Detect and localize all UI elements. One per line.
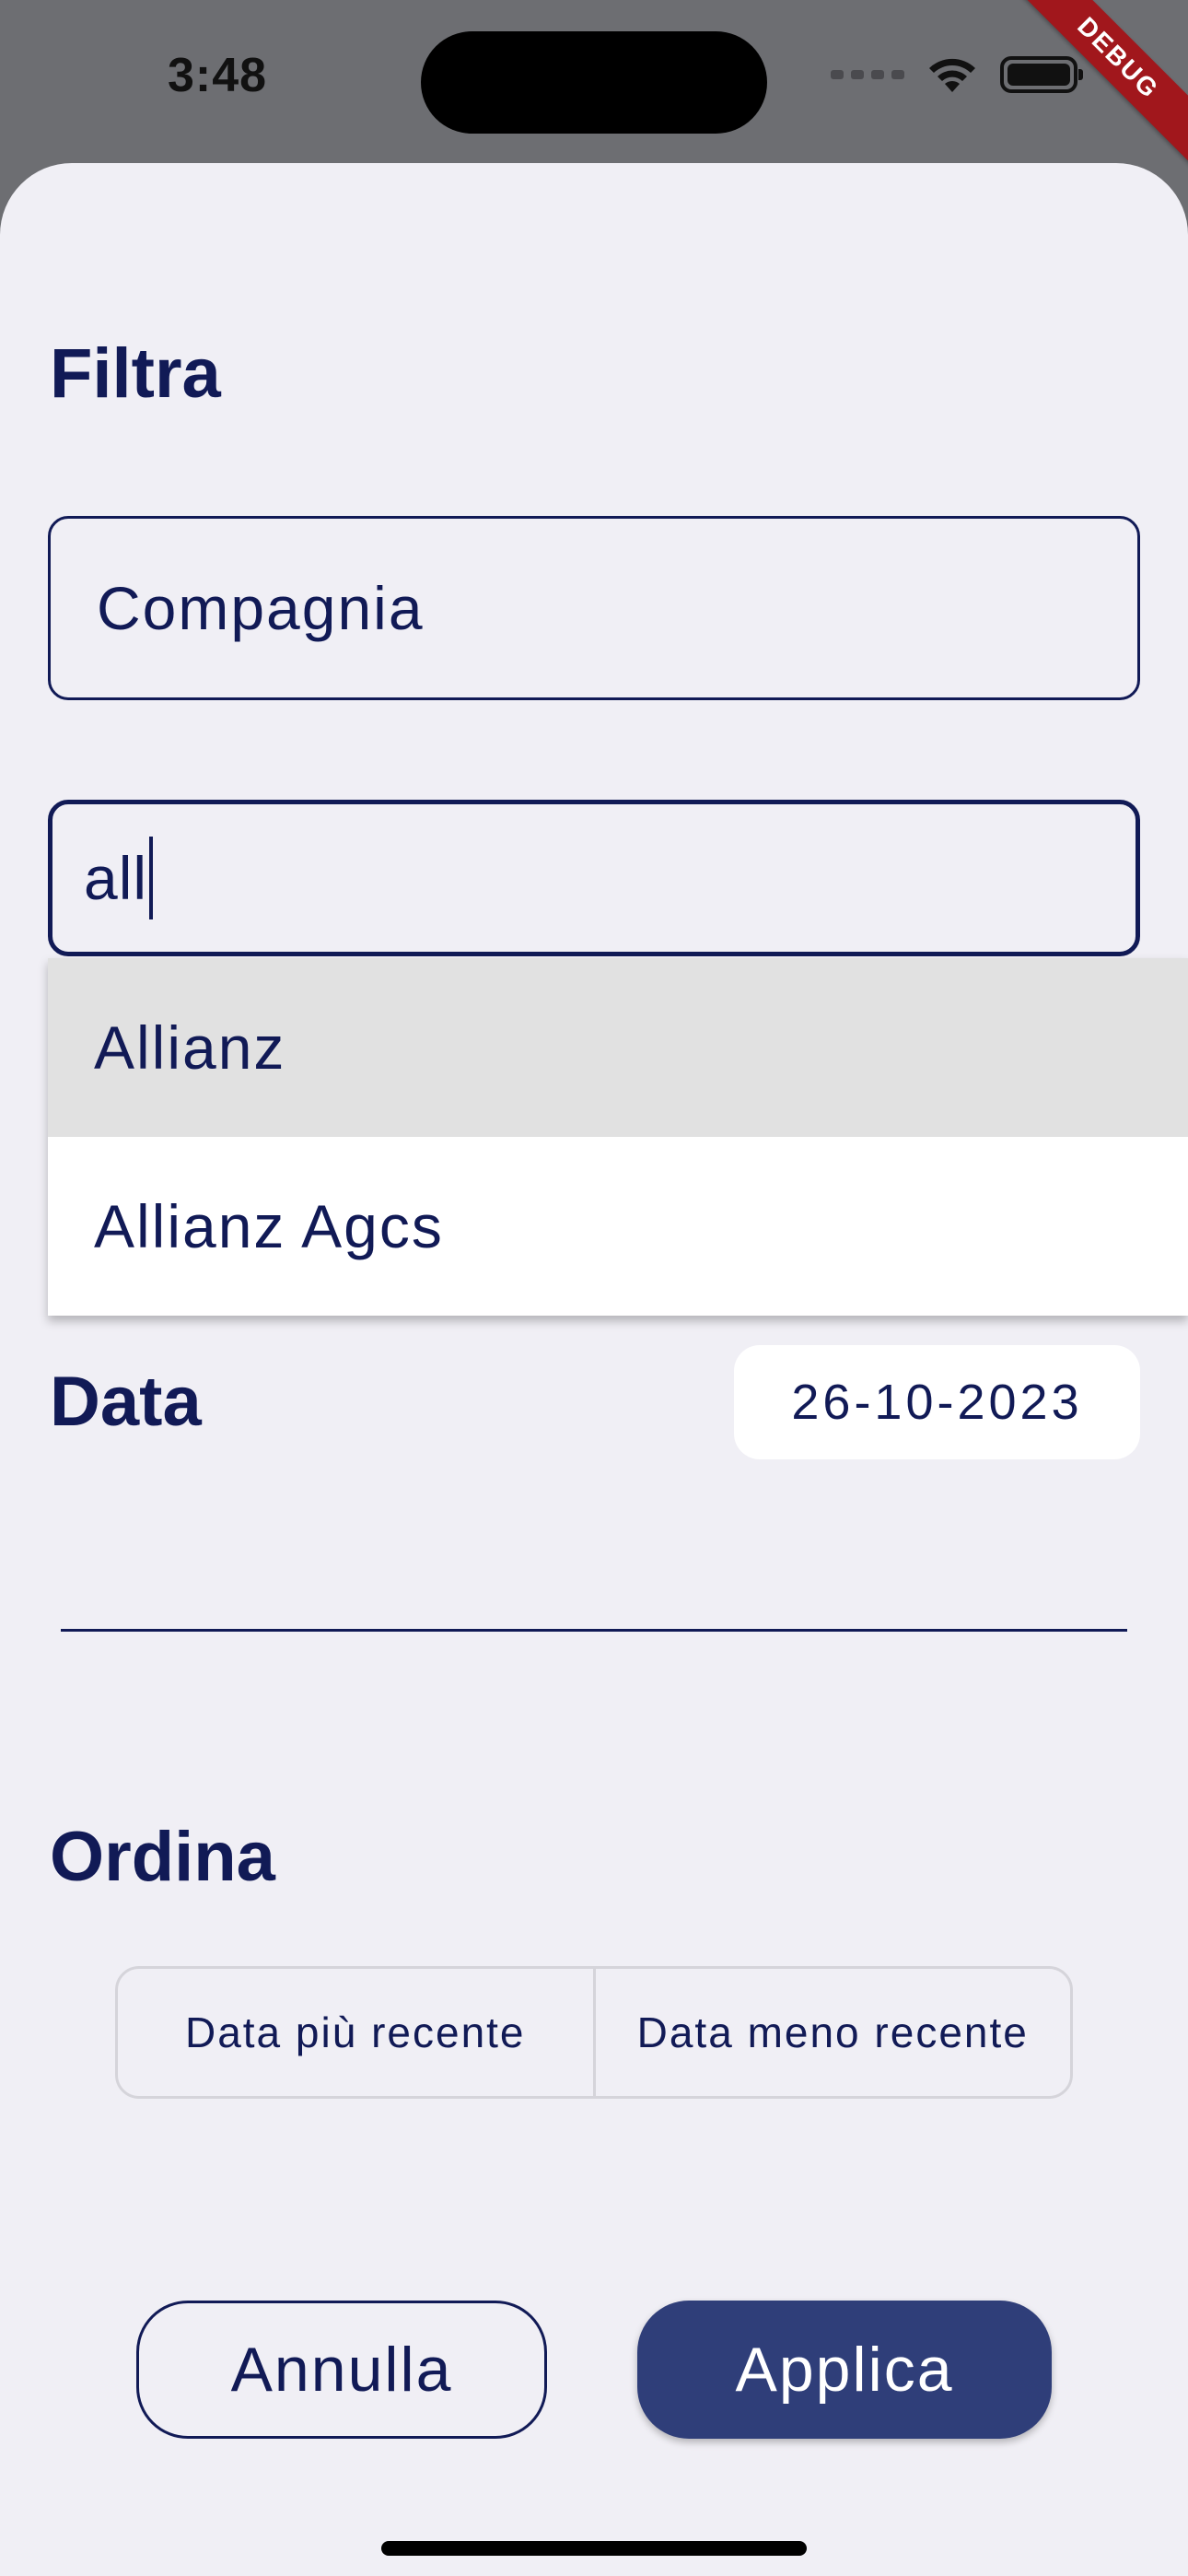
screen: 3:48 DEBUG Filtra Compagnia all Allianz …	[0, 0, 1188, 2576]
wifi-icon	[929, 58, 975, 92]
company-field-label: Compagnia	[97, 574, 425, 642]
text-caret	[149, 837, 154, 919]
dynamic-island	[421, 31, 767, 134]
date-label: Data	[50, 1363, 202, 1441]
divider	[61, 1629, 1127, 1632]
apply-button[interactable]: Applica	[637, 2301, 1052, 2439]
cellular-icon	[831, 70, 904, 79]
status-time: 3:48	[168, 49, 268, 102]
filter-title: Filtra	[50, 334, 221, 413]
suggestion-item[interactable]: Allianz	[48, 958, 1188, 1137]
sort-option-newest[interactable]: Data più recente	[118, 1969, 593, 2096]
battery-icon	[1000, 56, 1083, 93]
suggestions-dropdown: Allianz Allianz Agcs	[48, 958, 1188, 1316]
sort-option-oldest[interactable]: Data meno recente	[592, 1969, 1071, 2096]
sort-label: Ordina	[50, 1818, 275, 1896]
company-field[interactable]: Compagnia	[48, 516, 1140, 700]
sort-segmented-control: Data più recente Data meno recente	[115, 1966, 1073, 2099]
search-input-value: all	[84, 844, 148, 912]
status-icons	[831, 55, 1083, 94]
suggestion-item[interactable]: Allianz Agcs	[48, 1137, 1188, 1316]
cancel-button[interactable]: Annulla	[136, 2301, 547, 2439]
date-picker-button[interactable]: 26-10-2023	[734, 1345, 1140, 1459]
home-indicator[interactable]	[381, 2541, 807, 2556]
company-search-input[interactable]: all	[48, 800, 1140, 956]
